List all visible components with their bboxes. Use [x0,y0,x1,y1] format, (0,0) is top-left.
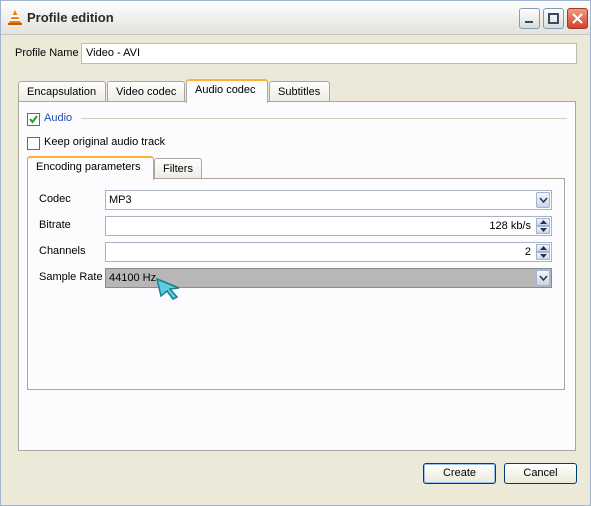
audio-group-label: Audio [44,112,73,124]
bitrate-label: Bitrate [39,219,71,231]
keep-original-label: Keep original audio track [44,136,166,148]
arrow-up-icon [540,220,547,224]
bitrate-decrease-button[interactable] [536,226,550,234]
channels-value: 2 [524,246,531,258]
encoding-parameters-panel: Codec MP3 Bitrate 128 kb/s Channels 2 Sa… [27,178,565,390]
channels-decrease-button[interactable] [536,252,550,260]
bitrate-value: 128 kb/s [489,220,531,232]
sample-rate-dropdown-button[interactable] [536,270,550,286]
profile-edition-window: Profile edition Profile Name Video - AVI… [0,0,591,506]
pointer-cursor-icon [155,277,180,300]
arrow-up-icon [540,246,547,250]
window-title: Profile edition [27,10,114,25]
tab-encapsulation[interactable]: Encapsulation [18,81,106,102]
minimize-button[interactable] [519,8,540,29]
tab-video-codec[interactable]: Video codec [107,81,185,102]
title-bar[interactable]: Profile edition [1,1,590,35]
tab-audio-codec[interactable]: Audio codec [186,79,268,103]
close-button[interactable] [567,8,588,29]
vlc-cone-icon [8,10,22,25]
keep-original-checkbox[interactable] [27,137,40,150]
profile-name-label: Profile Name [15,47,79,59]
profile-name-input[interactable]: Video - AVI [81,43,577,64]
chevron-down-icon [539,197,548,203]
arrow-down-icon [540,228,547,232]
codec-value: MP3 [109,194,132,206]
chevron-down-icon [539,275,548,281]
maximize-button[interactable] [543,8,564,29]
bitrate-spinbox[interactable]: 128 kb/s [105,216,552,236]
codec-select[interactable]: MP3 [105,190,552,210]
audio-checkbox[interactable] [27,113,40,126]
subtab-filters[interactable]: Filters [154,158,202,179]
checkmark-icon [29,115,38,124]
tab-subtitles[interactable]: Subtitles [269,81,330,102]
subtab-encoding-parameters[interactable]: Encoding parameters [27,156,154,180]
create-button[interactable]: Create [423,463,496,484]
channels-increase-button[interactable] [536,244,550,252]
minimize-icon [525,21,533,23]
maximize-icon [548,13,559,24]
bitrate-increase-button[interactable] [536,218,550,226]
group-divider [81,118,567,119]
channels-spinbox[interactable]: 2 [105,242,552,262]
codec-label: Codec [39,193,71,205]
cancel-button[interactable]: Cancel [504,463,577,484]
channels-label: Channels [39,245,86,257]
codec-dropdown-button[interactable] [536,192,550,208]
audio-codec-panel: Audio Keep original audio track Filters … [18,101,576,451]
sample-rate-label: Sample Rate [39,271,103,283]
arrow-down-icon [540,254,547,258]
sample-rate-value: 44100 Hz [109,272,157,284]
close-icon [572,13,583,24]
